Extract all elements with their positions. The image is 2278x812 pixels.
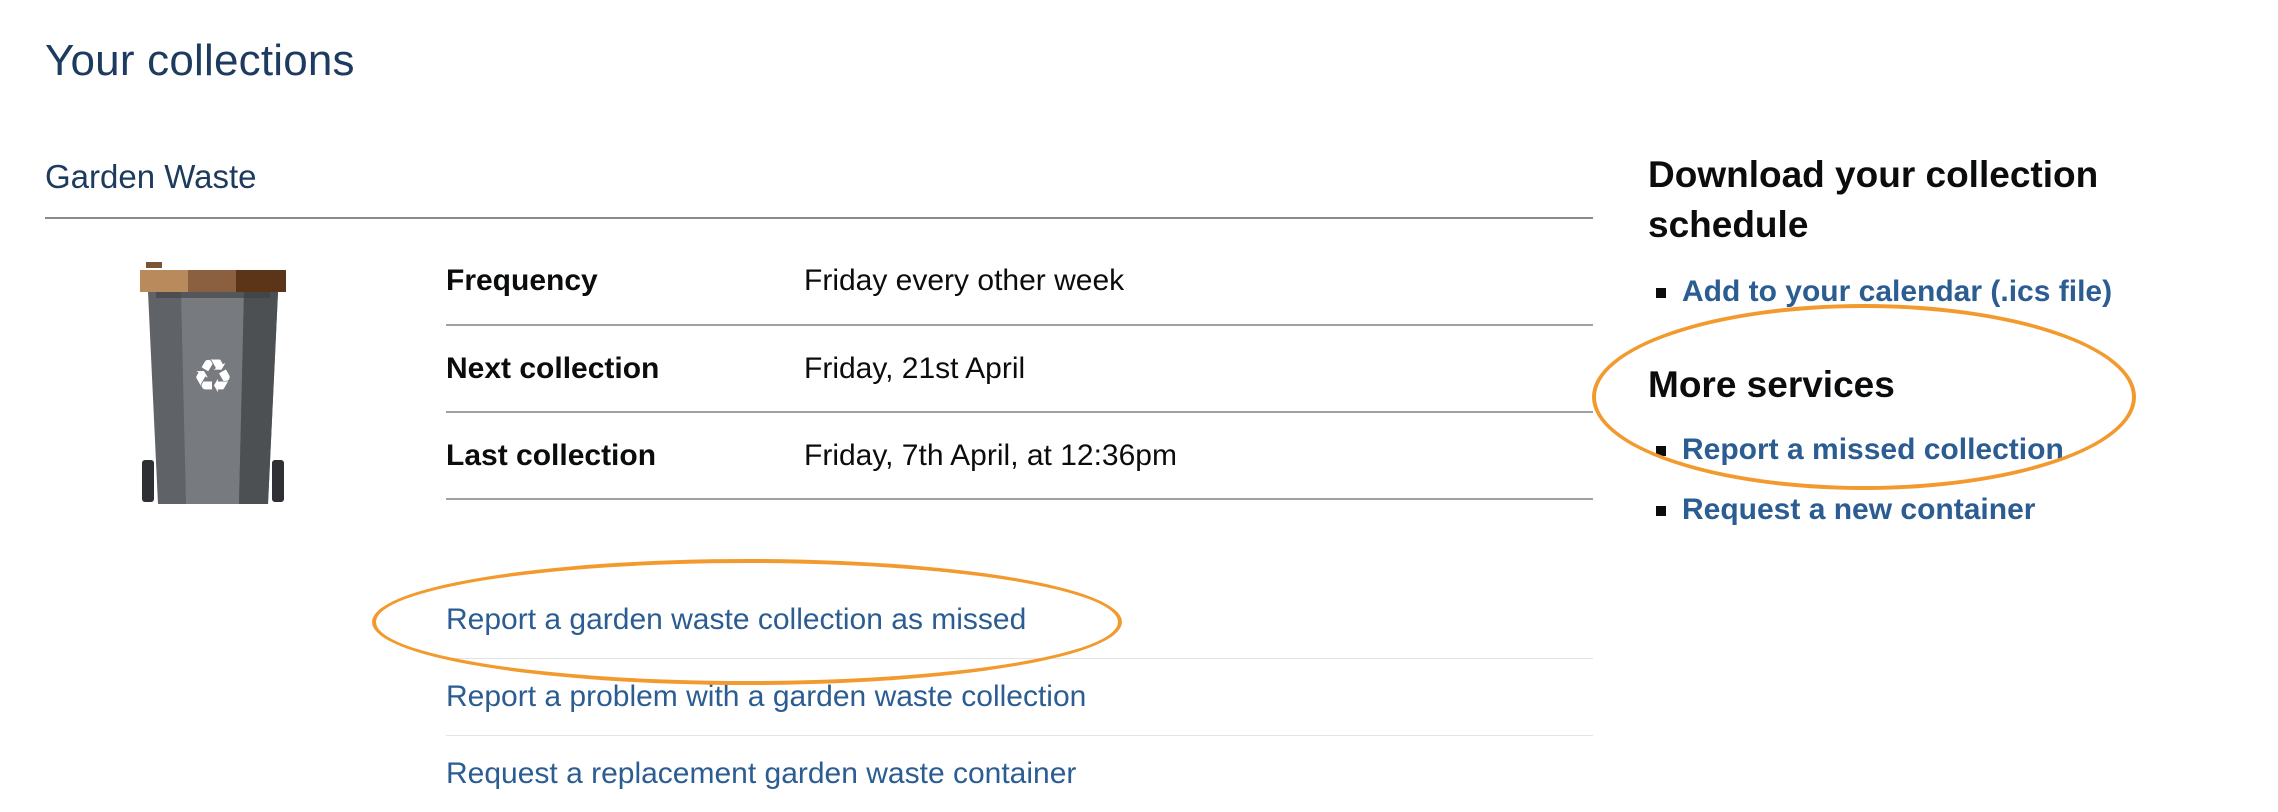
report-problem-garden-waste-link[interactable]: Report a problem with a garden waste col… xyxy=(446,680,1086,714)
list-item: Report a garden waste collection as miss… xyxy=(446,582,1593,659)
request-new-container-link[interactable]: Request a new container xyxy=(1682,493,2035,527)
service-actions-list: Report a garden waste collection as miss… xyxy=(446,582,1593,812)
summary-key: Last collection xyxy=(446,438,657,472)
report-missed-collection-link[interactable]: Report a missed collection xyxy=(1682,433,2064,467)
sidebar: Download your collection schedule Add to… xyxy=(1648,150,2268,540)
service-divider xyxy=(45,217,1593,219)
summary-value: Friday, 7th April, at 12:36pm xyxy=(804,438,1177,472)
download-schedule-heading: Download your collection schedule xyxy=(1648,154,2099,245)
service-title: Garden Waste xyxy=(45,158,257,195)
summary-row-last-collection: Last collection Friday, 7th April, at 12… xyxy=(446,412,1593,499)
summary-key: Next collection xyxy=(446,351,660,385)
page-title: Your collections xyxy=(45,36,355,85)
report-missed-garden-waste-link[interactable]: Report a garden waste collection as miss… xyxy=(446,603,1026,637)
list-item: Request a replacement garden waste conta… xyxy=(446,736,1593,812)
summary-row-next-collection: Next collection Friday, 21st April xyxy=(446,325,1593,412)
download-links-list: Add to your calendar (.ics file) xyxy=(1648,262,2268,322)
request-replacement-container-link[interactable]: Request a replacement garden waste conta… xyxy=(446,757,1076,791)
list-item: Report a missed collection xyxy=(1656,420,2268,480)
summary-row-frequency: Frequency Friday every other week xyxy=(446,238,1593,325)
summary-value: Friday, 21st April xyxy=(804,351,1026,385)
more-services-list: Report a missed collection Request a new… xyxy=(1648,420,2268,540)
collection-summary: Frequency Friday every other week Next c… xyxy=(446,238,1593,500)
list-item: Request a new container xyxy=(1656,480,2268,540)
garden-waste-bin-icon: ♻ xyxy=(140,262,286,504)
recycle-icon: ♻ xyxy=(192,349,233,403)
list-item: Report a problem with a garden waste col… xyxy=(446,659,1593,736)
summary-key: Frequency xyxy=(446,264,598,297)
list-item: Add to your calendar (.ics file) xyxy=(1656,262,2268,322)
add-to-calendar-link[interactable]: Add to your calendar (.ics file) xyxy=(1682,275,2112,309)
summary-value: Friday every other week xyxy=(804,264,1125,297)
more-services-heading: More services xyxy=(1648,364,1895,405)
